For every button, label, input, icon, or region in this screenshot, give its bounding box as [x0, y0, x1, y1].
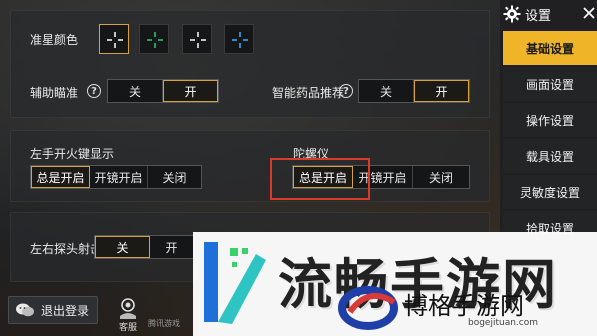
headset-icon: [120, 298, 136, 319]
assist-aim-help-icon[interactable]: ?: [87, 84, 101, 98]
smart-medicine-label: 智能药品推荐: [272, 86, 345, 100]
sidebar-item-sensitivity[interactable]: 灵敏度设置: [503, 175, 597, 209]
smart-medicine-on-option[interactable]: 开: [414, 80, 469, 102]
tencent-games-caption: 腾讯游戏: [148, 319, 180, 328]
lean-fire-toggle: 关 开: [94, 235, 194, 259]
left-fire-selector: 总是开启 开镜开启 关闭: [30, 165, 202, 189]
settings-title: 设置: [525, 8, 552, 24]
settings-header: 设置: [503, 0, 597, 28]
crosshair-color-option-green[interactable]: [139, 24, 169, 54]
customer-service-label: 客服: [118, 323, 137, 333]
watermark-subtitle: 博格手游网: [404, 292, 524, 320]
close-icon: [582, 7, 595, 19]
gyroscope-off-option[interactable]: 关闭: [413, 166, 469, 188]
sidebar-item-graphics[interactable]: 画面设置: [503, 67, 597, 101]
close-button[interactable]: [580, 4, 597, 22]
customer-service-button[interactable]: 客服: [116, 296, 140, 334]
lean-fire-off-option[interactable]: 关: [95, 236, 150, 258]
crosshair-color-option-white-2[interactable]: [182, 24, 212, 54]
crosshair-color-label: 准星颜色: [30, 33, 79, 47]
wechat-icon: [15, 302, 35, 318]
left-fire-label: 左手开火键显示: [30, 147, 115, 161]
lean-fire-on-option[interactable]: 开: [150, 236, 193, 258]
assist-aim-on-option[interactable]: 开: [163, 80, 218, 102]
logout-button[interactable]: 退出登录: [8, 296, 98, 324]
watermark-url: bogejituan.com: [468, 318, 539, 328]
gear-icon: [503, 5, 521, 23]
smart-medicine-off-option[interactable]: 关: [359, 80, 414, 102]
left-fire-off-option[interactable]: 关闭: [148, 166, 201, 188]
logout-label: 退出登录: [41, 303, 90, 318]
assist-aim-off-option[interactable]: 关: [108, 80, 163, 102]
assist-aim-toggle: 关 开: [107, 79, 219, 103]
crosshair-color-option-blue[interactable]: [224, 24, 254, 54]
smart-medicine-toggle: 关 开: [358, 79, 470, 103]
crosshair-color-option-white[interactable]: [99, 24, 129, 54]
sidebar-item-controls[interactable]: 操作设置: [503, 103, 597, 137]
watermark-logo-icon: [204, 242, 266, 324]
sidebar-item-vehicle[interactable]: 载具设置: [503, 139, 597, 173]
left-fire-scope-option[interactable]: 开镜开启: [90, 166, 148, 188]
assist-aim-label: 辅助瞄准: [30, 86, 79, 100]
left-fire-always-option[interactable]: 总是开启: [31, 166, 90, 188]
watermark-swirl-icon: [338, 286, 398, 330]
lean-fire-label: 左右探头射击: [30, 242, 103, 256]
sidebar-item-basic[interactable]: 基础设置: [503, 31, 597, 65]
smart-medicine-help-icon[interactable]: ?: [339, 84, 353, 98]
annotation-highlight-box: [270, 158, 370, 200]
